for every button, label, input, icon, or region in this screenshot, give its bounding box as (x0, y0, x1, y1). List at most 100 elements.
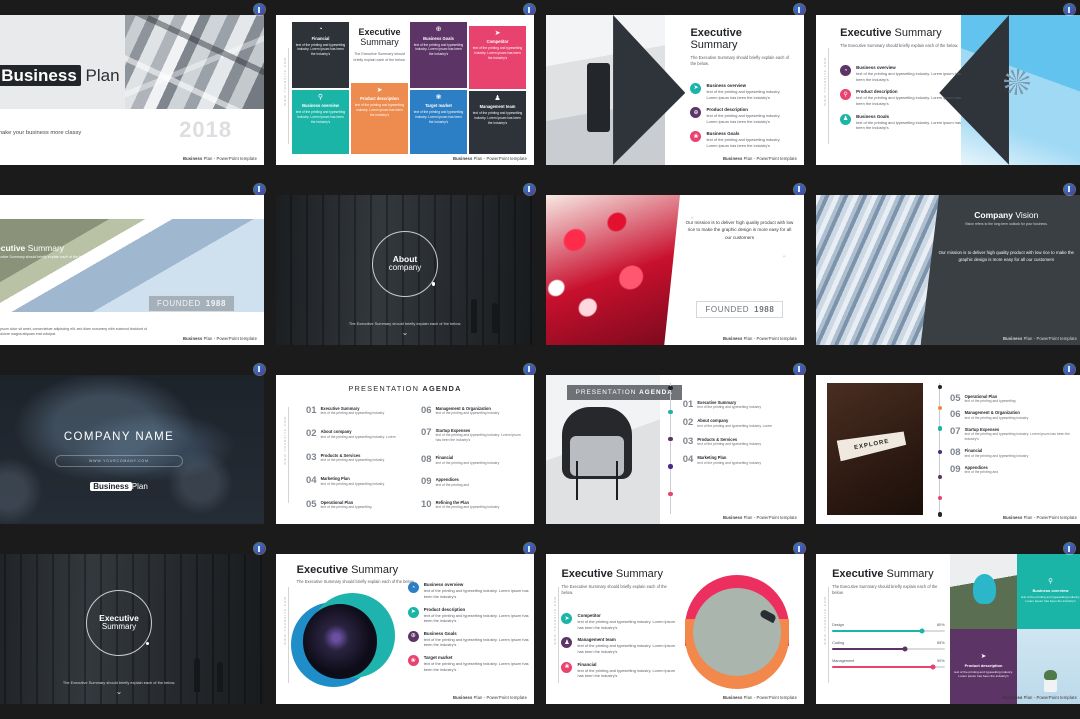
agenda-body: text of the printing and (435, 482, 470, 487)
agenda-head: Financial (435, 455, 454, 461)
slider-fill (832, 647, 906, 651)
slider-track[interactable] (832, 628, 945, 634)
item-body: text of the printing and typesetting ind… (577, 643, 675, 655)
mosaic-tile-business-overview[interactable]: ⚲ Business overview text of the printing… (1017, 554, 1080, 630)
slider-management[interactable]: Management 90% (832, 659, 945, 670)
summary-item: ➤ Product description text of the printing… (407, 606, 529, 624)
slide-badge[interactable] (254, 4, 265, 15)
cover-title-highlight: Business (0, 64, 81, 86)
agenda-body: text of the printing and typesetting ind… (697, 442, 762, 447)
mosaic-body: text of the printing and typesetting ind… (954, 669, 1013, 679)
slider-knob[interactable] (919, 628, 925, 634)
side-rule (828, 47, 829, 144)
slide-badge[interactable] (524, 4, 535, 15)
mosaic-tile-product-description[interactable]: ➤ Product description text of the printi… (950, 629, 1017, 704)
mosaic-photo-plant (1017, 629, 1080, 704)
agenda-number: 08 (421, 454, 432, 466)
agenda-number: 06 (950, 409, 961, 421)
slide-executive-summary-galaxy[interactable]: WWW.YOURSITE.COM Executive Summary The E… (276, 554, 534, 704)
slide-title: Executive Summary (690, 27, 742, 52)
slide-cell-5[interactable]: Executive Summary The Executive Summary … (0, 180, 270, 360)
founded-label: FOUNDED (705, 304, 750, 314)
slide-caption: The Executive Summary should briefly exp… (348, 320, 462, 326)
tile-business-goals[interactable]: ⊕ Business Goals text of the printing an… (410, 22, 467, 88)
slide-company-vision[interactable]: Company Vision Vision refers to the long… (816, 194, 1080, 345)
slide-executive-summary-windmill[interactable]: WWW.YOURSITE.COM Executive Summary The E… (816, 15, 1080, 165)
tile-target-market[interactable]: ❀ Target market text of the printing and… (410, 89, 467, 154)
slider-design[interactable]: Design 80% (832, 623, 945, 634)
slide-badge[interactable] (1064, 183, 1075, 195)
agenda-body: text of the printing and typesetting ind… (697, 460, 762, 465)
award-icon: ❀ (435, 93, 442, 101)
slide-badge[interactable] (794, 543, 805, 555)
summary-item: ⊕ Product description text of the printing… (690, 107, 791, 124)
slide-badge[interactable] (254, 543, 265, 555)
slide-cell-15[interactable]: WWW.YOURSITE.COM Executive Summary The E… (540, 539, 810, 719)
slide-subtitle: The Executive Summary should briefly exp… (296, 579, 415, 585)
slider-track[interactable] (832, 664, 945, 670)
slide-cell-16[interactable]: WWW.YOURSITE.COM Executive Summary The E… (810, 539, 1080, 719)
slide-badge[interactable] (254, 363, 265, 375)
slide-presentation-agenda-list[interactable]: WWW.YOURSITE.COM PRESENTATION AGENDA 01 E… (276, 374, 534, 525)
slide-cell-13[interactable]: Executive Summary The Executive Summary … (0, 539, 270, 719)
slide-cell-11[interactable]: PRESENTATION AGENDA 01 Executive Summary t… (540, 360, 810, 540)
slider-knob[interactable] (930, 664, 936, 670)
slide-cell-2[interactable]: WWW.YOURSITE.COM ◔ Financial text of the… (270, 0, 540, 180)
slide-badge[interactable] (794, 363, 805, 375)
slide-executive-summary-barista[interactable]: Executive Summary The Executive Summary … (546, 15, 804, 165)
slide-cell-8[interactable]: Company Vision Vision refers to the long… (810, 180, 1080, 360)
slide-badge[interactable] (1064, 543, 1075, 555)
slide-badge[interactable] (524, 363, 535, 375)
founded-badge: FOUNDED 1988 (696, 300, 784, 318)
slide-cell-3[interactable]: Executive Summary The Executive Summary … (540, 0, 810, 180)
tile-competitor[interactable]: ➤ Competitor text of the printing and ty… (469, 25, 526, 89)
slider-coding[interactable]: Coding 65% (832, 641, 945, 652)
tile-financial[interactable]: ◔ Financial text of the printing and typ… (292, 22, 349, 88)
slide-cell-14[interactable]: WWW.YOURSITE.COM Executive Summary The E… (270, 539, 540, 719)
slide-presentation-agenda-explore[interactable]: EXPLORE 05 Operational Plan text of the pr… (816, 374, 1080, 525)
slide-executive-summary-tiles[interactable]: WWW.YOURSITE.COM ◔ Financial text of the… (276, 15, 534, 165)
item-head: Management team (577, 637, 616, 643)
agenda-head: Marketing Plan (697, 455, 727, 461)
agenda-head: Appendices (964, 464, 988, 470)
slide-badge[interactable] (794, 4, 805, 15)
agenda-number: 05 (950, 392, 961, 404)
slide-cell-7[interactable]: ❝ Our mission is to deliver high quality… (540, 180, 810, 360)
slide-badge[interactable] (794, 183, 805, 195)
slide-grid: Business Plan make your business more cl… (0, 0, 1080, 719)
slide-mission-red-leaves[interactable]: ❝ Our mission is to deliver high quality… (546, 194, 804, 345)
slide-cell-1[interactable]: Business Plan make your business more cl… (0, 0, 270, 180)
slide-cell-6[interactable]: About company The Executive Summary shou… (270, 180, 540, 360)
slide-badge[interactable] (524, 183, 535, 195)
tile-management-team[interactable]: ♟ Management team text of the printing a… (469, 90, 526, 154)
tile-body: text of the printing and typesetting ind… (413, 42, 464, 57)
slide-about-company[interactable]: About company The Executive Summary shou… (276, 194, 534, 345)
chevron-down-icon[interactable]: ⌄ (116, 688, 123, 696)
slide-executive-summary-founded[interactable]: Executive Summary The Executive Summary … (0, 194, 264, 345)
slide-cell-4[interactable]: WWW.YOURSITE.COM Executive Summary The E… (810, 0, 1080, 180)
slide-cell-12[interactable]: EXPLORE 05 Operational Plan text of the pr… (810, 360, 1080, 540)
slide-cover-business-plan[interactable]: Business Plan make your business more cl… (0, 15, 264, 165)
slide-executive-summary-circle-dark[interactable]: Executive Summary The Executive Summary … (0, 554, 264, 704)
slide-badge[interactable] (254, 183, 265, 195)
chevron-down-icon[interactable]: ⌄ (402, 328, 409, 337)
slider-track[interactable] (832, 646, 945, 652)
side-rule (288, 407, 289, 504)
slide-executive-summary-lamp[interactable]: WWW.YOURSITE.COM Executive Summary The E… (546, 554, 804, 704)
slide-cell-9[interactable]: COMPANY NAME WWW.YOURCOMANY.COM Business… (0, 360, 270, 540)
slide-company-name-cover[interactable]: COMPANY NAME WWW.YOURCOMANY.COM Business… (0, 374, 264, 525)
business-plan-lockup: Business Plan (0, 482, 264, 492)
slide-badge[interactable] (1064, 363, 1075, 375)
tile-product-description[interactable]: ➤ Product description text of the printi… (351, 82, 408, 154)
tile-label: Business overview (302, 103, 339, 109)
agenda-row: 01 Executive Summary text of the printing … (683, 400, 791, 410)
slide-badge[interactable] (524, 543, 535, 555)
summary-item: ◔ Business overview text of the printing a… (840, 65, 969, 82)
slide-footer: Business Plan - PowerPoint template (722, 335, 797, 341)
slide-presentation-agenda-chair[interactable]: PRESENTATION AGENDA 01 Executive Summary t… (546, 374, 804, 525)
slide-cell-10[interactable]: WWW.YOURSITE.COM PRESENTATION AGENDA 01 E… (270, 360, 540, 540)
slide-badge[interactable] (1064, 4, 1075, 15)
tile-business-overview[interactable]: ⚲ Business overview text of the printing… (292, 89, 349, 154)
slide-executive-summary-sliders[interactable]: WWW.YOURSITE.COM Executive Summary The E… (816, 554, 1080, 704)
slider-knob[interactable] (902, 646, 908, 652)
